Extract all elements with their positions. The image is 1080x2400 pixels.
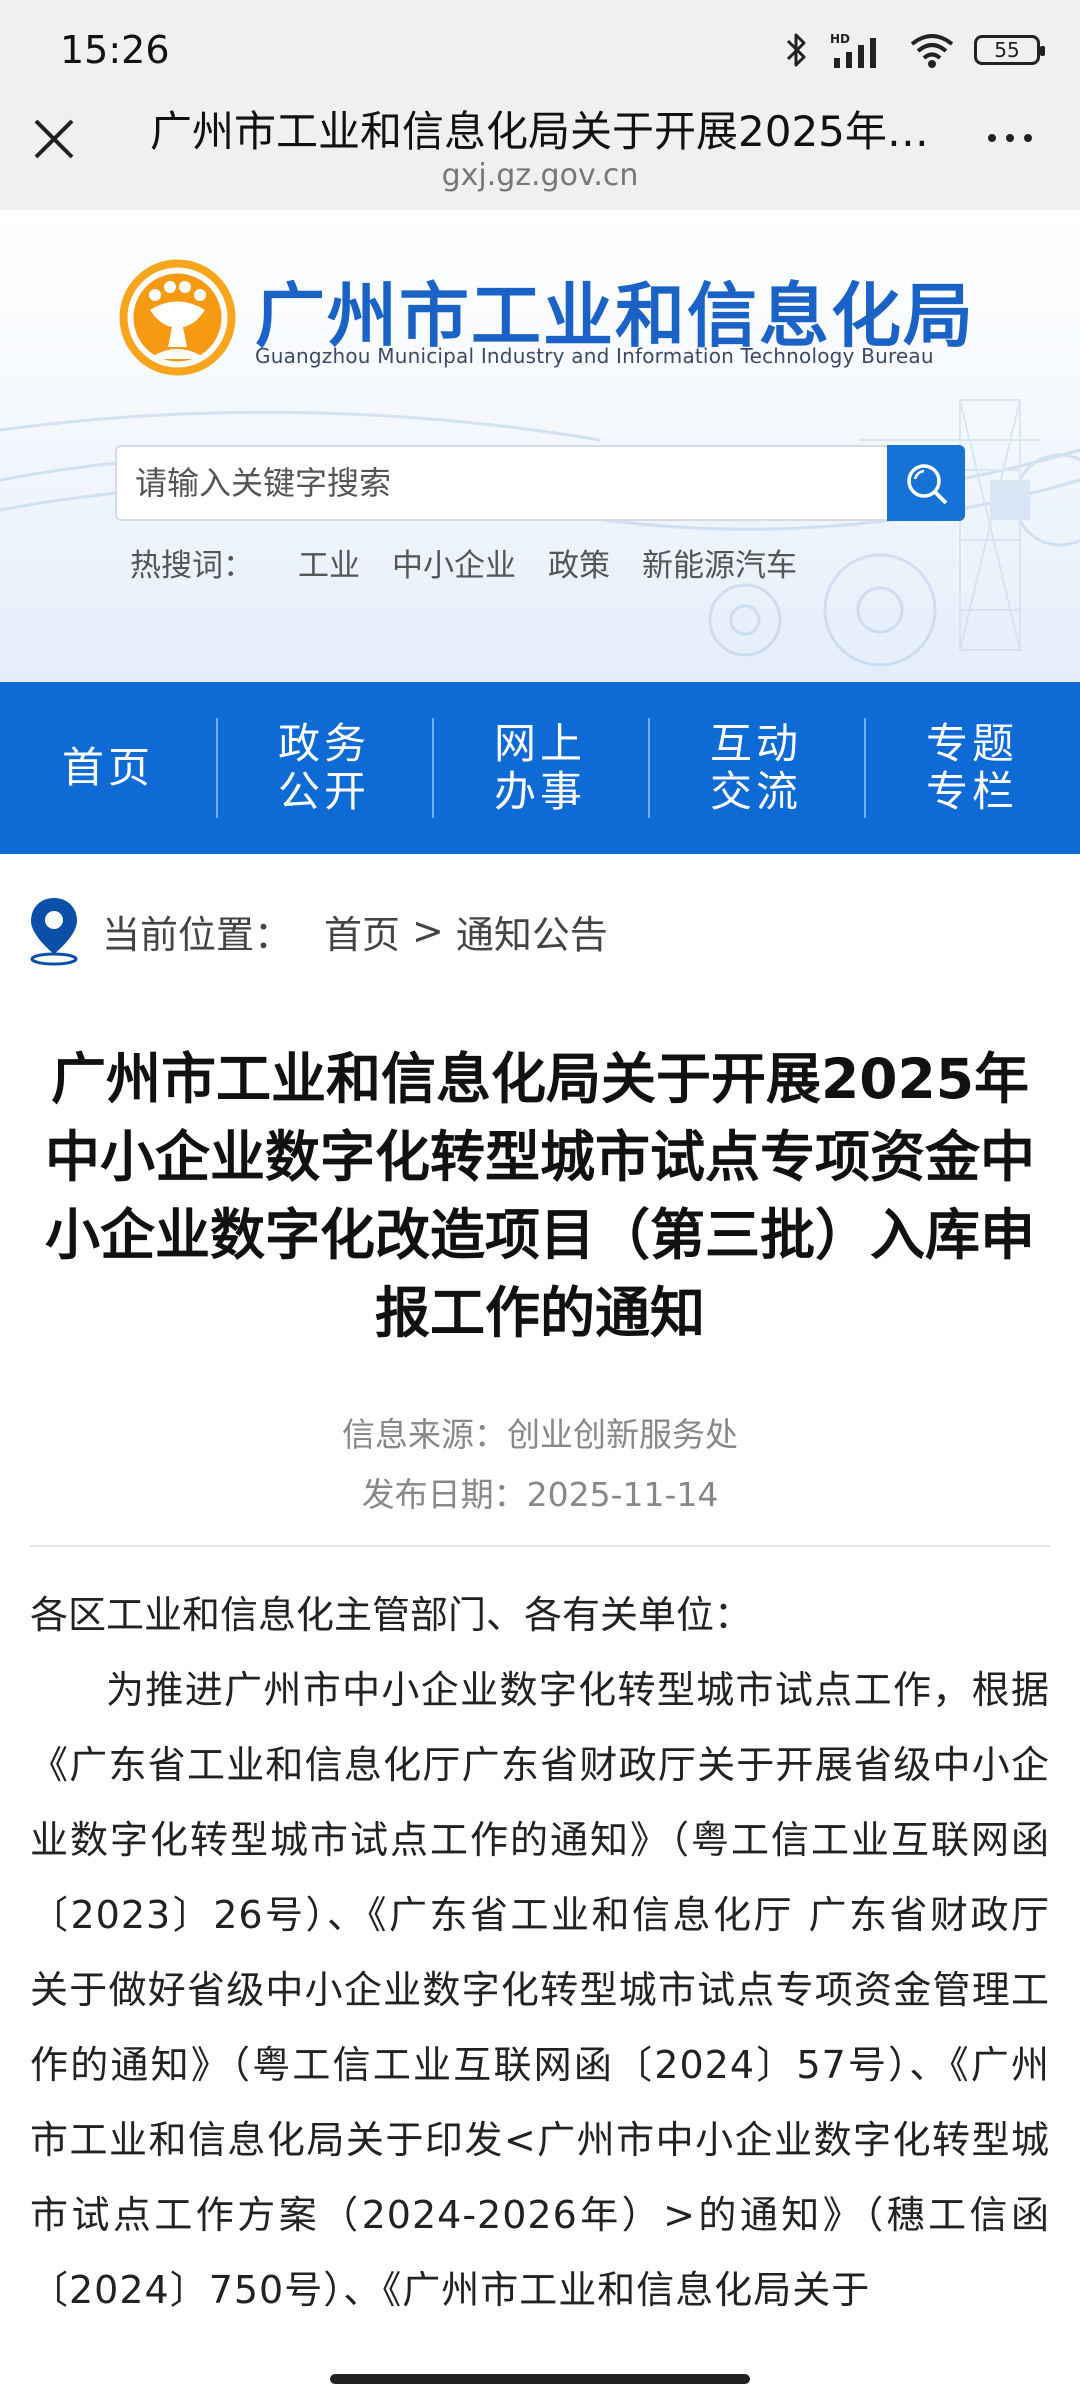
article-paragraph: 为推进广州市中小企业数字化转型城市试点工作，根据《广东省工业和信息化厅广东省财政… [30,1668,1050,2312]
bureau-emblem-icon [119,259,236,376]
more-icon[interactable] [980,118,1040,158]
divider [30,1545,1050,1547]
gear-decoration-icon [0,399,1080,667]
battery-icon: 55 [974,35,1045,65]
browser-page-title: 广州市工业和信息化局关于开展2025年中小企业数字化转型城市试点专项资金中小企业… [150,107,930,156]
main-nav: 首页 政务公开 网上办事 互动交流 专题专栏 [0,682,1080,854]
more-dot [1024,134,1032,142]
search-button[interactable] [887,445,965,521]
close-icon[interactable] [30,115,78,163]
hot-word-sme[interactable]: 中小企业 [392,540,516,585]
nav-item-special-topics[interactable]: 专题专栏 [864,718,1080,818]
hot-word-industry[interactable]: 工业 [298,540,360,585]
hot-search-label: 热搜词： [130,548,254,584]
nav-item-label: 首页 [61,743,154,792]
browser-url[interactable]: gxj.gz.gov.cn [150,158,930,193]
status-time: 15:26 [60,28,170,72]
nav-item-home[interactable]: 首页 [0,718,216,818]
site-name-english: Guangzhou Municipal Industry and Informa… [255,344,934,368]
article-title: 广州市工业和信息化局关于开展2025年中小企业数字化转型城市试点专项资金中小企业… [44,1047,1035,1345]
signal-icon: HD [830,32,876,68]
battery-level: 55 [994,38,1020,62]
search-icon [907,464,948,505]
breadcrumb-current[interactable]: 通知公告 [456,904,608,959]
browser-top-bar: 15:26 HD 55 广州市工业和信息化局关于开展2025年中小企业数字化转型… [0,0,1080,210]
nav-item-interaction[interactable]: 互动交流 [648,718,864,818]
breadcrumb-label: 当前位置： [102,912,293,957]
nav-item-label: 专题专栏 [925,719,1018,816]
location-pin-icon [30,898,78,966]
site-header: 广州市工业和信息化局 Guangzhou Municipal Industry … [0,210,1080,682]
article-body: 各区工业和信息化主管部门、各有关单位： 为推进广州市中小企业数字化转型城市试点工… [30,1578,1050,2328]
breadcrumb-home[interactable]: 首页 [324,904,400,959]
article-source: 信息来源：创业创新服务处 [342,1415,738,1454]
search-box [115,445,965,521]
hot-word-nev[interactable]: 新能源汽车 [642,540,797,585]
article-date: 发布日期：2025-11-14 [361,1475,719,1514]
nav-item-online-services[interactable]: 网上办事 [432,718,648,818]
hot-word-policy[interactable]: 政策 [548,540,610,585]
gesture-bar[interactable] [330,2374,750,2384]
nav-item-government-affairs[interactable]: 政务公开 [216,718,432,818]
nav-item-label: 互动交流 [709,719,802,816]
nav-item-label: 网上办事 [493,719,586,816]
wifi-icon [910,34,954,68]
bluetooth-icon [786,33,806,67]
breadcrumb-separator: > [412,909,444,953]
search-input[interactable] [117,447,887,519]
network-type-label: HD [830,32,850,46]
status-icons: HD 55 [782,30,1045,70]
article-salutation: 各区工业和信息化主管部门、各有关单位： [30,1593,753,1637]
nav-item-label: 政务公开 [277,719,370,816]
breadcrumb: 当前位置： 首页 > 通知公告 [28,896,608,966]
more-dot [1006,134,1014,142]
more-dot [988,134,996,142]
bottom-fade [0,2340,1080,2400]
hot-search-row: 热搜词： 工业 中小企业 政策 新能源汽车 [130,540,797,585]
